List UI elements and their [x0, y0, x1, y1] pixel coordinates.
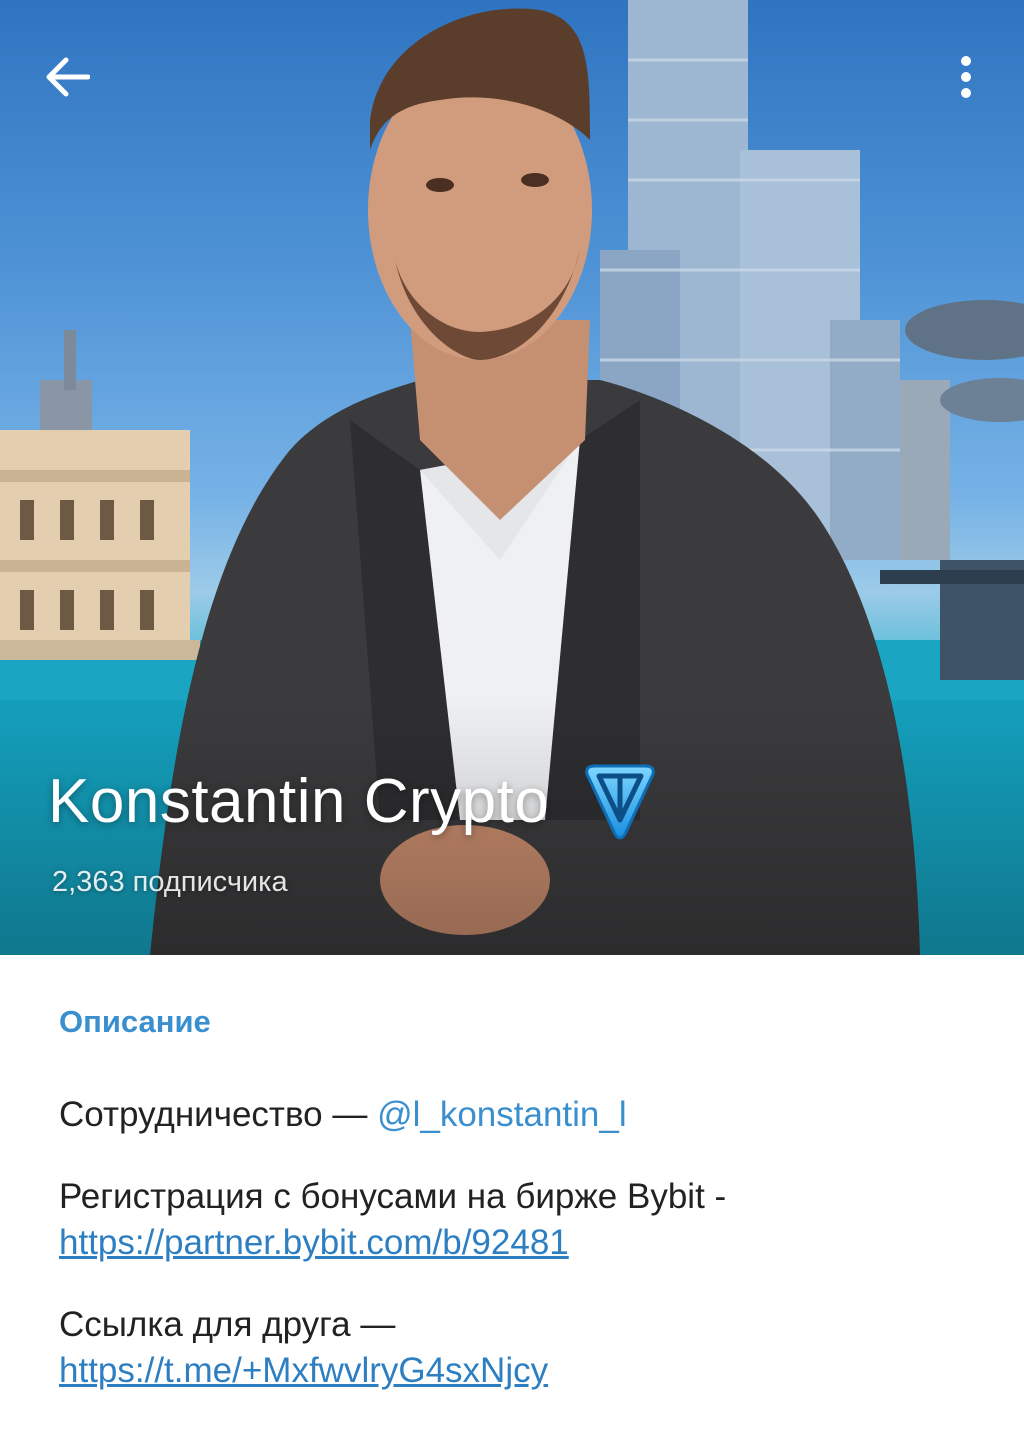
channel-title: Konstantin Crypto: [48, 760, 661, 842]
arrow-left-icon: [46, 57, 90, 97]
friend-invite-link[interactable]: https://t.me/+MxfwvlryG4sxNjcy: [59, 1351, 548, 1390]
subscriber-count: 2,363 подписчика: [52, 866, 288, 898]
cooperation-line: Сотрудничество — @l_konstantin_l: [59, 1092, 989, 1138]
back-button[interactable]: [34, 44, 100, 110]
description-label: Описание: [59, 1004, 211, 1039]
more-options-button[interactable]: [936, 44, 996, 110]
more-vertical-icon: [961, 56, 971, 98]
cooperation-text: Сотрудничество —: [59, 1095, 378, 1134]
ton-diamond-icon: [579, 760, 661, 842]
friend-text: Ссылка для друга —: [59, 1305, 396, 1344]
channel-name: Konstantin Crypto: [48, 766, 550, 836]
description-section: Описание Сотрудничество — @l_konstantin_…: [59, 1004, 989, 1394]
registration-line: Регистрация с бонусами на бирже Bybit - …: [59, 1174, 989, 1266]
cooperation-handle-link[interactable]: @l_konstantin_l: [377, 1095, 627, 1134]
registration-text: Регистрация с бонусами на бирже Bybit -: [59, 1177, 727, 1216]
friend-line: Ссылка для друга — https://t.me/+Mxfwvlr…: [59, 1302, 989, 1394]
channel-header: Konstantin Crypto 2,363 подписчика: [0, 0, 1024, 955]
bybit-partner-link[interactable]: https://partner.bybit.com/b/92481: [59, 1223, 569, 1262]
